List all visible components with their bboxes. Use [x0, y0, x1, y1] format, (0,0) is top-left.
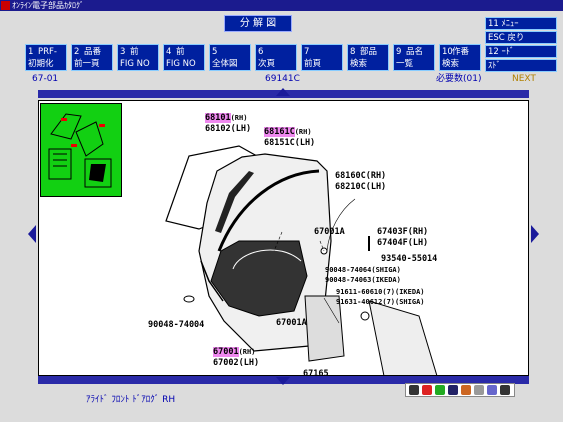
close-icon[interactable]: [500, 385, 510, 395]
exploded-diagram[interactable]: 68101(RH) 68102(LH) 68161C(RH) 68151C(LH…: [38, 100, 529, 376]
menu-key[interactable]: 11 ﾒﾆｭｰ: [485, 17, 557, 30]
part-68160c[interactable]: 68160C(RH): [335, 171, 386, 181]
pan-icon[interactable]: [448, 385, 458, 395]
function-key-label-bottom: 次頁: [258, 59, 276, 69]
function-key-label-bottom: 検索: [442, 59, 460, 69]
function-key-7[interactable]: 7 前頁: [301, 44, 343, 71]
title-bar: ｵﾝﾗｲﾝ電子部品ｶﾀﾛｸﾞ: [0, 0, 563, 11]
part-93540[interactable]: 93540-55014: [381, 254, 437, 264]
function-key-1[interactable]: 1 PRF- 初期化: [25, 44, 67, 71]
part-68101[interactable]: 68101: [205, 113, 231, 123]
function-key-label-bottom: 前一頁: [74, 59, 100, 69]
function-key-label-top: 作番: [452, 47, 470, 57]
scroll-up-icon[interactable]: [276, 88, 290, 96]
function-key-label-bottom: 全体図: [212, 59, 238, 69]
function-key-4[interactable]: 4 前 FIG NO: [163, 44, 205, 71]
part-67165[interactable]: 67165: [303, 369, 329, 375]
next-indicator: NEXT: [512, 74, 536, 84]
function-key-label-top: PRF-: [38, 47, 57, 57]
part-67001a-lower[interactable]: 67001A: [276, 318, 307, 328]
figure-name: ｱﾗｲﾄﾞ ﾌﾛﾝﾄ ﾄﾞｱﾛｸﾞ RH: [86, 395, 176, 405]
part-67001-side: (RH): [238, 348, 256, 356]
fig-number: 67-01: [32, 74, 59, 84]
part-67001[interactable]: 67001: [213, 347, 239, 357]
part-68102[interactable]: 68102(LH): [205, 124, 251, 134]
part-68151c[interactable]: 68151C(LH): [264, 138, 315, 148]
scroll-down-icon[interactable]: [276, 377, 290, 385]
part-68210c[interactable]: 68210C(LH): [335, 182, 386, 192]
fit-icon[interactable]: [435, 385, 445, 395]
function-key-label-bottom: 前頁: [304, 59, 322, 69]
function-key-number: 6: [258, 47, 264, 57]
print-icon[interactable]: [409, 385, 419, 395]
function-key-label-top: 前: [130, 47, 139, 57]
info-icon[interactable]: [487, 385, 497, 395]
function-key-8[interactable]: 8 部品 検索: [347, 44, 389, 71]
scroll-left-icon[interactable]: [28, 225, 36, 243]
function-key-label-top: 前: [176, 47, 185, 57]
function-key-label-bottom: 一覧: [396, 59, 414, 69]
function-key-number: 7: [304, 47, 310, 57]
function-key-5[interactable]: 5 全体図: [209, 44, 251, 71]
needed-count: 必要数(01): [436, 74, 482, 84]
function-key-label-bottom: FIG NO: [166, 59, 196, 69]
function-key-label-bottom: 初期化: [28, 59, 54, 69]
mode-key[interactable]: 12 ｰﾄﾞ: [485, 45, 557, 58]
catalog-code: 69141C: [265, 74, 300, 84]
function-key-number: 5: [212, 47, 218, 57]
function-key-6[interactable]: 6 次頁: [255, 44, 297, 71]
function-key-9[interactable]: 9 品名 一覧: [393, 44, 435, 71]
scroll-right-icon[interactable]: [531, 225, 539, 243]
function-key-label-bottom: FIG NO: [120, 59, 150, 69]
screen-caption: 分 解 図: [224, 15, 292, 32]
part-91611-60610[interactable]: 91611-60610(7)(IKEDA): [336, 287, 425, 297]
function-key-2[interactable]: 2 品番 前一頁: [71, 44, 113, 71]
part-68101-side: (RH): [230, 114, 248, 122]
window-title: ｵﾝﾗｲﾝ電子部品ｶﾀﾛｸﾞ: [12, 1, 84, 10]
function-key-label-bottom: 検索: [350, 59, 368, 69]
part-68161c-side: (RH): [294, 128, 312, 136]
aux-key[interactable]: ｽﾄﾞ: [485, 59, 557, 72]
part-67002[interactable]: 67002(LH): [213, 358, 259, 368]
function-key-label-top: 品名: [406, 47, 424, 57]
settings-icon[interactable]: [474, 385, 484, 395]
escape-key[interactable]: ESC 戻り: [485, 31, 557, 44]
app-icon: [1, 1, 10, 10]
part-68161c[interactable]: 68161C: [264, 127, 295, 137]
toolbar: [405, 383, 515, 397]
part-67404f[interactable]: 67404F(LH): [377, 238, 428, 248]
part-91631-40612[interactable]: 91631-40612(7)(SHIGA): [336, 297, 425, 307]
part-90048-74063[interactable]: 90048-74063(IKEDA): [325, 275, 401, 285]
function-key-label-top: 品番: [84, 47, 102, 57]
function-key-3[interactable]: 3 前 FIG NO: [117, 44, 159, 71]
part-67403f[interactable]: 67403F(RH): [377, 227, 428, 237]
function-key-10[interactable]: 10 作番 検索: [439, 44, 481, 71]
part-90048-74004[interactable]: 90048-74004: [148, 320, 204, 330]
rotate-icon[interactable]: [461, 385, 471, 395]
part-90048-74064[interactable]: 90048-74064(SHIGA): [325, 265, 401, 275]
part-67001a[interactable]: 67001A: [314, 227, 345, 237]
zoom-icon[interactable]: [422, 385, 432, 395]
function-key-label-top: 部品: [360, 47, 378, 57]
